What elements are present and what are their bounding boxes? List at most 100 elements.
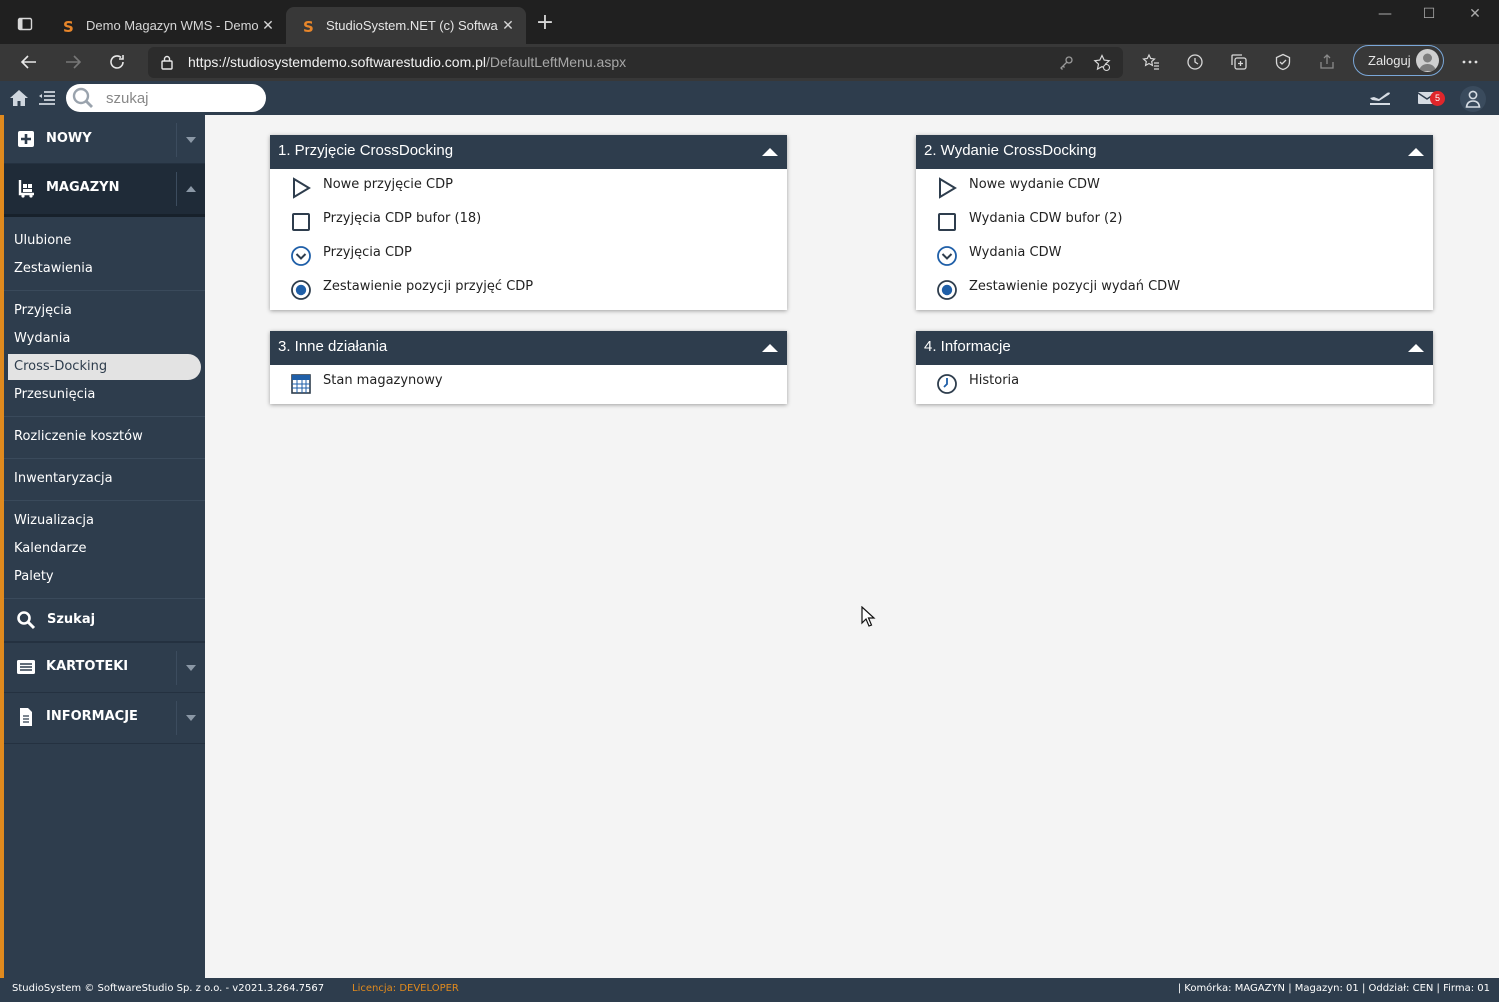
panel-item-zestawienie[interactable]: Zestawienie pozycji wydań CDW <box>916 271 1433 305</box>
sidebar: NOWY MAGAZYN Ulubione Zestawienia Przyję… <box>0 115 205 978</box>
search-icon <box>72 87 93 108</box>
panel-item-wydania[interactable]: Wydania CDW <box>916 237 1433 271</box>
collapse-arrow-icon[interactable] <box>1407 339 1425 357</box>
close-window-icon[interactable]: ✕ <box>1455 6 1495 26</box>
search-icon <box>17 611 36 630</box>
close-tab-icon[interactable]: ✕ <box>260 17 276 33</box>
url-field[interactable]: https://studiosystemdemo.softwarestudio.… <box>148 47 1123 78</box>
search-input[interactable] <box>106 88 256 108</box>
panel-item-stan-magazynowy[interactable]: Stan magazynowy <box>270 365 787 399</box>
sidebar-item-crossdocking[interactable]: Cross-Docking <box>8 354 201 380</box>
collapse-arrow-icon[interactable] <box>1407 143 1425 161</box>
sidebar-item-rozliczenie-kosztow[interactable]: Rozliczenie kosztów <box>8 424 201 450</box>
studiosystem-favicon-icon: S <box>303 18 314 34</box>
sidebar-group-nowy[interactable]: NOWY <box>4 115 205 164</box>
close-tab-icon[interactable]: ✕ <box>500 17 516 33</box>
chevron-circle-down-icon <box>937 246 957 266</box>
panel-item-label: Historia <box>969 373 1020 388</box>
svg-text:S: S <box>303 18 314 34</box>
panel-item-label: Przyjęcia CDP bufor (18) <box>323 211 482 226</box>
panel-item-historia[interactable]: Historia <box>916 365 1433 399</box>
panel-title: 1. Przyjęcie CrossDocking <box>278 142 454 159</box>
back-arrow-icon[interactable] <box>15 48 43 76</box>
sidebar-divider <box>4 500 205 501</box>
panel-item-label: Zestawienie pozycji przyjęć CDP <box>323 279 534 294</box>
panel-header[interactable]: 2. Wydanie CrossDocking <box>916 135 1433 169</box>
browser-tab-studiosystem[interactable]: S StudioSystem.NET (c) SoftwareStudio ✕ <box>286 7 526 44</box>
collapse-arrow-icon[interactable] <box>761 339 779 357</box>
new-tab-button[interactable]: + <box>534 12 556 35</box>
new-document-icon <box>18 131 34 147</box>
more-options-icon[interactable] <box>1458 50 1482 74</box>
sidebar-item-wydania[interactable]: Wydania <box>8 326 201 352</box>
panel-header[interactable]: 3. Inne działania <box>270 331 787 365</box>
browser-address-bar: https://studiosystemdemo.softwarestudio.… <box>0 44 1499 81</box>
browser-tab-demo[interactable]: S Demo Magazyn WMS - Demo online ✕ <box>46 7 286 44</box>
status-footer: StudioSystem © SoftwareStudio Sp. z o.o.… <box>0 978 1499 1002</box>
menu-collapse-icon[interactable] <box>35 87 59 109</box>
share-icon[interactable] <box>1315 50 1339 74</box>
records-card-icon <box>17 660 35 674</box>
panel-item-nowe-przyjecie[interactable]: Nowe przyjęcie CDP <box>270 169 787 203</box>
lock-icon[interactable] <box>160 55 174 70</box>
chevron-down-icon[interactable] <box>176 651 204 685</box>
sidebar-group-magazyn[interactable]: MAGAZYN <box>4 164 205 217</box>
chevron-down-icon[interactable] <box>176 123 204 157</box>
shipping-icon[interactable] <box>1368 87 1392 109</box>
sidebar-item-ulubione[interactable]: Ulubione <box>8 228 201 254</box>
studiosystem-favicon-icon: S <box>63 18 74 34</box>
favorites-icon[interactable] <box>1139 50 1163 74</box>
minimize-icon[interactable]: — <box>1365 6 1405 26</box>
sidebar-item-przyjecia[interactable]: Przyjęcia <box>8 298 201 324</box>
sidebar-item-inwentaryzacja[interactable]: Inwentaryzacja <box>8 466 201 492</box>
xls-spreadsheet-icon <box>291 374 311 394</box>
square-checkbox-icon <box>938 213 956 231</box>
browser-essentials-icon[interactable] <box>1271 50 1295 74</box>
refresh-icon[interactable] <box>103 48 131 76</box>
history-icon[interactable] <box>1183 50 1207 74</box>
key-icon[interactable] <box>1058 55 1074 71</box>
panel-header[interactable]: 4. Informacje <box>916 331 1433 365</box>
sidebar-group-kartoteki[interactable]: KARTOTEKI <box>4 643 205 693</box>
sidebar-item-wizualizacja[interactable]: Wizualizacja <box>8 508 201 534</box>
collections-icon[interactable] <box>1227 50 1251 74</box>
play-icon <box>293 177 311 199</box>
tab-actions-icon[interactable] <box>11 10 39 38</box>
panel-wydanie-crossdocking: 2. Wydanie CrossDocking Nowe wydanie CDW… <box>916 135 1433 310</box>
chevron-up-icon[interactable] <box>176 172 204 206</box>
panel-item-przyjecia[interactable]: Przyjęcia CDP <box>270 237 787 271</box>
panel-item-bufor[interactable]: Przyjęcia CDP bufor (18) <box>270 203 787 237</box>
home-icon[interactable] <box>7 87 31 109</box>
add-favorite-icon[interactable] <box>1093 54 1111 72</box>
app-search-box[interactable] <box>66 84 266 112</box>
forward-arrow-icon[interactable] <box>59 48 87 76</box>
panel-item-label: Zestawienie pozycji wydań CDW <box>969 279 1181 294</box>
panel-item-label: Wydania CDW <box>969 245 1062 260</box>
sidebar-group-informacje[interactable]: INFORMACJE <box>4 693 205 744</box>
maximize-icon[interactable]: ☐ <box>1409 6 1449 26</box>
panel-item-zestawienie[interactable]: Zestawienie pozycji przyjęć CDP <box>270 271 787 305</box>
user-profile-icon[interactable] <box>1460 86 1486 112</box>
sidebar-item-przesuniecia[interactable]: Przesunięcia <box>8 382 201 408</box>
panel-title: 4. Informacje <box>924 338 1011 355</box>
tab-title: StudioSystem.NET (c) SoftwareStudio <box>326 18 498 33</box>
sidebar-search-label: Szukaj <box>47 612 96 627</box>
sidebar-item-palety[interactable]: Palety <box>8 564 201 590</box>
sidebar-search[interactable]: Szukaj <box>4 599 205 643</box>
panel-item-nowe-wydanie[interactable]: Nowe wydanie CDW <box>916 169 1433 203</box>
sidebar-group-label: INFORMACJE <box>46 709 138 724</box>
collapse-arrow-icon[interactable] <box>761 143 779 161</box>
sidebar-item-zestawienia[interactable]: Zestawienia <box>8 256 201 282</box>
sidebar-divider <box>4 290 205 291</box>
panel-item-bufor[interactable]: Wydania CDW bufor (2) <box>916 203 1433 237</box>
sidebar-group-label: NOWY <box>46 131 92 146</box>
warehouse-forklift-icon <box>18 180 34 198</box>
radio-selected-icon <box>937 280 957 300</box>
svg-text:S: S <box>63 18 74 34</box>
panel-przyjecie-crossdocking: 1. Przyjęcie CrossDocking Nowe przyjęcie… <box>270 135 787 310</box>
sidebar-item-kalendarze[interactable]: Kalendarze <box>8 536 201 562</box>
panel-header[interactable]: 1. Przyjęcie CrossDocking <box>270 135 787 169</box>
chevron-down-icon[interactable] <box>176 701 204 735</box>
login-button[interactable]: Zaloguj <box>1353 45 1444 76</box>
license-label: Licencja: <box>352 983 397 994</box>
